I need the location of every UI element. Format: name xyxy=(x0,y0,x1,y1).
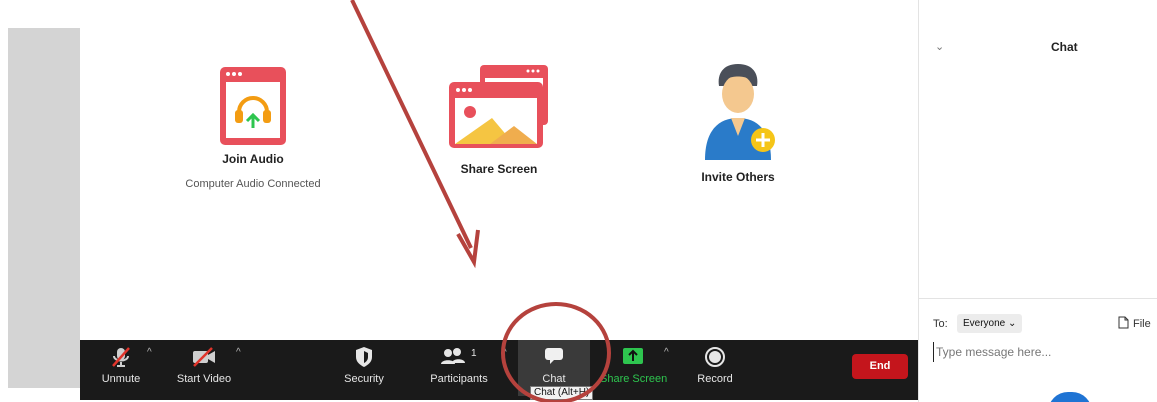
record-button[interactable]: Record xyxy=(692,340,738,396)
video-options-chevron-icon[interactable]: ^ xyxy=(236,347,241,358)
file-icon[interactable] xyxy=(1118,316,1129,329)
participants-button[interactable]: 1 Participants xyxy=(426,340,492,396)
to-label: To: xyxy=(933,318,948,330)
chat-label: Chat xyxy=(542,373,566,385)
chat-panel-title: Chat xyxy=(1051,40,1078,54)
share-screen-arrow-icon xyxy=(623,348,643,364)
chat-message-input[interactable] xyxy=(933,342,1143,362)
invite-others-label: Invite Others xyxy=(701,170,775,184)
invite-others-tile[interactable]: Invite Others xyxy=(658,60,818,184)
unmute-button[interactable]: Unmute xyxy=(96,340,146,396)
file-label[interactable]: File xyxy=(1133,318,1151,330)
video-off-icon xyxy=(193,347,215,367)
audio-status-text: Computer Audio Connected xyxy=(185,178,321,190)
chat-divider xyxy=(919,298,1157,299)
join-audio-label: Join Audio xyxy=(222,152,284,166)
audio-options-chevron-icon[interactable]: ^ xyxy=(147,347,152,358)
share-screen-label: Share Screen xyxy=(460,162,538,176)
security-button[interactable]: Security xyxy=(339,340,389,396)
start-video-button[interactable]: Start Video xyxy=(175,340,233,396)
share-screen-button[interactable]: Share Screen xyxy=(600,340,668,396)
record-label: Record xyxy=(697,373,733,385)
share-screen-icon xyxy=(449,65,548,148)
left-background-strip xyxy=(8,28,80,388)
invite-user-icon xyxy=(705,64,775,160)
participants-icon xyxy=(441,348,465,364)
start-video-label: Start Video xyxy=(176,373,232,385)
meeting-area: Join Audio Computer Audio Connected Shar… xyxy=(80,0,918,340)
headphones-icon xyxy=(220,67,286,145)
join-audio-tile[interactable]: Join Audio Computer Audio Connected xyxy=(173,66,333,190)
chat-bubble-icon xyxy=(545,348,563,364)
chevron-down-icon: ⌄ xyxy=(1008,318,1017,329)
participants-count: 1 xyxy=(471,348,477,359)
record-icon xyxy=(705,347,725,367)
security-label: Security xyxy=(344,373,384,385)
chat-tooltip: Chat (Alt+H) xyxy=(530,386,594,400)
share-options-chevron-icon[interactable]: ^ xyxy=(664,347,669,358)
unmute-label: Unmute xyxy=(101,373,141,385)
share-screen-tile[interactable]: Share Screen xyxy=(419,64,579,176)
participants-options-chevron-icon[interactable]: ^ xyxy=(502,347,507,358)
end-meeting-button[interactable]: End xyxy=(852,354,908,379)
shield-icon xyxy=(356,347,372,367)
chevron-down-icon[interactable]: ⌄ xyxy=(935,40,944,53)
recipient-select[interactable]: Everyone ⌄ xyxy=(957,314,1023,333)
chat-panel: ⌄ Chat To: Everyone ⌄ File xyxy=(918,0,1157,402)
recipient-value: Everyone xyxy=(963,318,1006,329)
share-screen-toolbar-label: Share Screen xyxy=(600,373,668,385)
muted-microphone-icon xyxy=(112,347,130,367)
participants-label: Participants xyxy=(430,373,488,385)
